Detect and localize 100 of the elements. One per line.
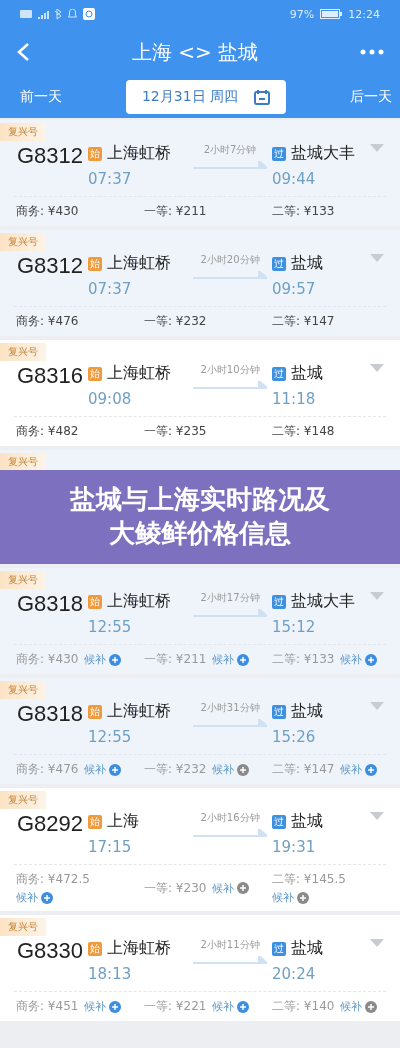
seat-price: 一等: ¥235 (144, 423, 207, 440)
plus-icon[interactable] (109, 1000, 122, 1013)
seat-price: 二等: ¥140 (272, 998, 335, 1015)
arrival-station: 盐城 (291, 363, 323, 384)
plus-icon[interactable] (365, 1000, 378, 1013)
route-title: 上海 <> 盐城 (131, 38, 259, 66)
train-card[interactable]: 复兴号 G8330 始 上海虹桥 2小时11分钟 过 盐城 18:13 20:24 商务: ¥451 候补 一等: ¥221 候补 二等: ¥140 候补 (0, 915, 400, 1021)
plus-icon[interactable] (237, 1000, 250, 1013)
plus-icon[interactable] (41, 891, 53, 904)
waitlist-label: 候补 (212, 999, 235, 1014)
waitlist-label: 候补 (212, 762, 235, 777)
seat-price: 商务: ¥472.5 (16, 871, 90, 888)
train-type-tag: 复兴号 (0, 571, 46, 589)
arrival-station: 盐城 (291, 811, 323, 832)
banner-headline: 盐城与上海实时路况及 (70, 483, 330, 517)
more-icon[interactable] (360, 49, 384, 55)
banner-headline: 大鲮鲜价格信息 (109, 517, 291, 550)
train-number: G8316 (17, 363, 85, 389)
train-number: G8292 (17, 811, 85, 837)
departure-station: 上海虹桥 (107, 143, 171, 164)
arrow-icon (193, 609, 267, 617)
bell-icon (68, 9, 77, 19)
waitlist-label: 候补 (84, 762, 107, 777)
signal-icon (38, 9, 49, 19)
departure-station: 上海虹桥 (107, 701, 171, 722)
seat-price: 二等: ¥133 (272, 203, 335, 220)
arrival-time: 09:57 (272, 279, 316, 298)
arrival-time: 20:24 (272, 964, 316, 983)
seat-price: 一等: ¥221 (144, 998, 207, 1015)
seat-price: 二等: ¥148 (272, 423, 335, 440)
arrow-icon (193, 719, 267, 727)
arrow-icon (193, 381, 267, 389)
seat-price: 一等: ¥232 (144, 313, 207, 330)
seat-price: 一等: ¥230 (144, 879, 207, 897)
train-type-tag: 复兴号 (0, 918, 46, 936)
train-card[interactable]: 复兴号 G8312 始 上海虹桥 2小时7分钟 过 盐城大丰 07:37 09:44 商务: ¥430 一等: ¥211 二等: ¥133 (0, 120, 400, 226)
expand-icon[interactable] (370, 939, 384, 947)
plus-icon[interactable] (365, 653, 378, 666)
origin-badge: 始 (88, 256, 102, 271)
pass-badge: 过 (272, 704, 286, 719)
arrow-icon (193, 161, 267, 169)
waitlist-label: 候补 (340, 999, 363, 1014)
battery-icon (320, 9, 343, 19)
train-number: G8312 (17, 253, 85, 279)
departure-time: 07:37 (88, 169, 132, 188)
seat-price: 商务: ¥482 (16, 423, 79, 440)
departure-station: 上海 (107, 811, 139, 832)
pass-badge: 过 (272, 814, 286, 829)
bluetooth-icon (55, 8, 62, 20)
origin-badge: 始 (88, 366, 102, 381)
pass-badge: 过 (272, 146, 286, 161)
train-number: G8330 (17, 938, 85, 964)
back-icon[interactable] (16, 42, 30, 62)
arrival-time: 15:26 (272, 727, 316, 746)
origin-badge: 始 (88, 594, 102, 609)
travel-duration: 2小时11分钟 (200, 938, 260, 952)
train-card[interactable]: 复兴号 G8316 始 上海虹桥 2小时10分钟 过 盐城 09:08 11:18 商务: ¥482 一等: ¥235 二等: ¥148 (0, 340, 400, 446)
departure-time: 09:08 (88, 389, 132, 408)
plus-icon[interactable] (365, 763, 378, 776)
train-card[interactable]: 复兴号 G8318 始 上海虹桥 2小时17分钟 过 盐城大丰 12:55 15:12 商务: ¥430 候补 一等: ¥211 候补 二等: ¥133 候补 (0, 568, 400, 674)
departure-station: 上海虹桥 (107, 253, 171, 274)
expand-icon[interactable] (370, 812, 384, 820)
plus-icon[interactable] (109, 653, 122, 666)
seat-price: 商务: ¥451 (16, 998, 79, 1015)
app-icon (83, 8, 95, 20)
plus-icon[interactable] (109, 763, 122, 776)
train-card[interactable]: 复兴号 G8318 始 上海虹桥 2小时31分钟 过 盐城 12:55 15:26 商务: ¥476 候补 一等: ¥232 候补 二等: ¥147 候补 (0, 678, 400, 784)
plus-icon[interactable] (237, 653, 250, 666)
waitlist-label: 候补 (212, 652, 235, 667)
seat-price: 一等: ¥211 (144, 651, 207, 668)
departure-station: 上海虹桥 (107, 591, 171, 612)
train-type-tag: 复兴号 (0, 453, 46, 471)
plus-icon[interactable] (237, 882, 250, 894)
departure-time: 12:55 (88, 617, 132, 636)
waitlist-label: 候补 (340, 762, 363, 777)
seat-price: 二等: ¥133 (272, 651, 335, 668)
travel-duration: 2小时10分钟 (200, 363, 260, 377)
arrival-station: 盐城 (291, 938, 323, 959)
waitlist-label: 候补 (272, 890, 294, 905)
travel-duration: 2小时7分钟 (203, 143, 257, 157)
waitlist-label: 候补 (16, 890, 38, 905)
train-card[interactable]: 复兴号 G8292 始 上海 2小时16分钟 过 盐城 17:15 19:31 商务: ¥472.5 候补 一等: ¥230 候补 二等: ¥145.5 候补 (0, 788, 400, 911)
train-card[interactable]: 复兴号 G8312 始 上海虹桥 2小时20分钟 过 盐城 07:37 09:57 商务: ¥476 一等: ¥232 二等: ¥147 (0, 230, 400, 336)
date-picker[interactable]: 12月31日 周四 (126, 80, 286, 114)
arrival-station: 盐城大丰 (291, 591, 355, 612)
pass-badge: 过 (272, 256, 286, 271)
waitlist-label: 候补 (84, 652, 107, 667)
arrow-icon (193, 829, 267, 837)
plus-icon[interactable] (297, 891, 309, 904)
plus-icon[interactable] (237, 763, 250, 776)
seat-price: 二等: ¥145.5 (272, 871, 346, 888)
pass-badge: 过 (272, 941, 286, 956)
train-type-tag: 复兴号 (0, 681, 46, 699)
expand-icon[interactable] (370, 364, 384, 372)
train-type-tag: 复兴号 (0, 343, 46, 361)
train-type-tag: 复兴号 (0, 791, 46, 809)
departure-station: 上海虹桥 (107, 938, 171, 959)
seat-price: 二等: ¥147 (272, 313, 335, 330)
travel-duration: 2小时31分钟 (200, 701, 260, 715)
departure-time: 17:15 (88, 837, 132, 856)
